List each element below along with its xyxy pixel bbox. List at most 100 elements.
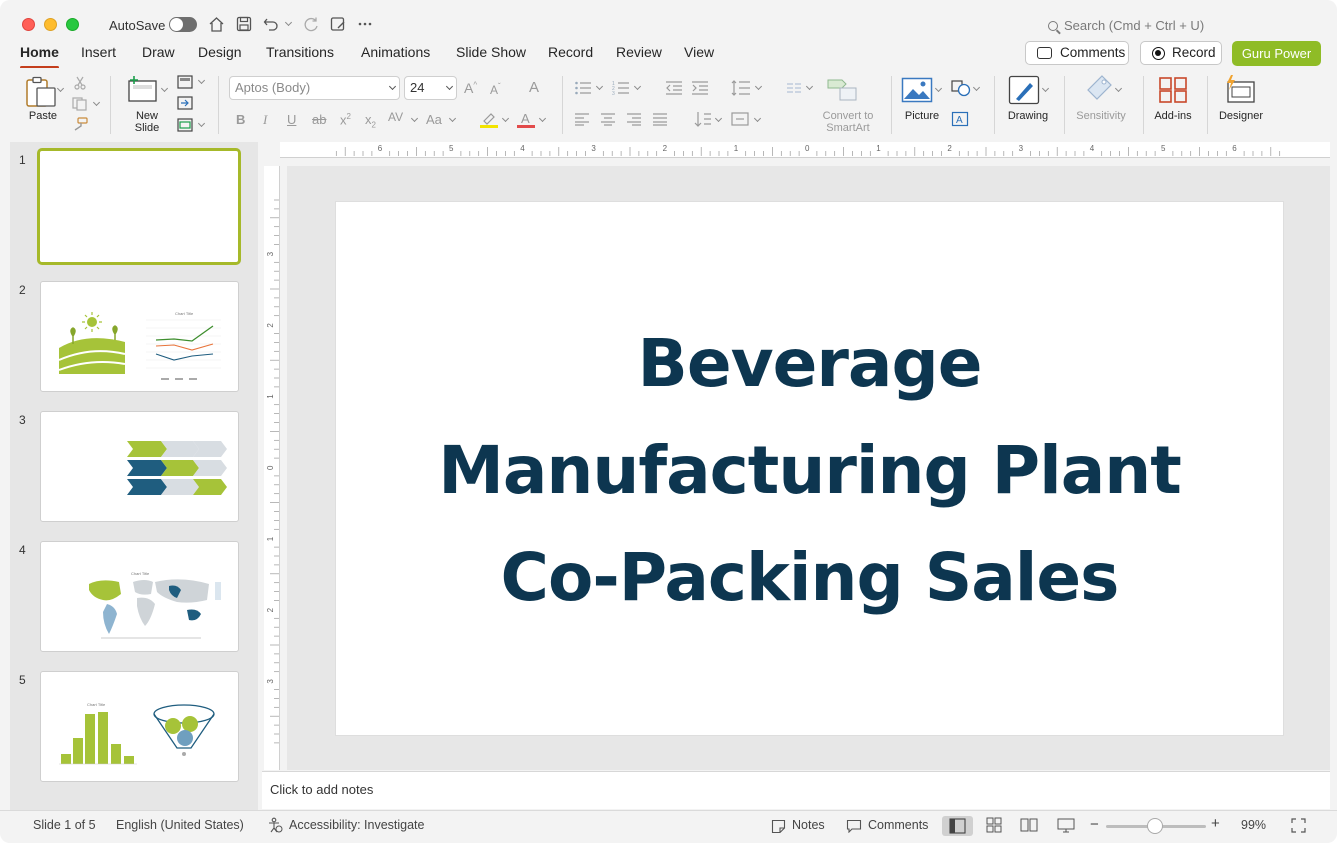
tab-slide-show[interactable]: Slide Show: [456, 44, 526, 60]
reading-view-icon[interactable]: [1020, 817, 1038, 833]
align-left-icon[interactable]: [574, 112, 590, 126]
zoom-in-icon[interactable]: +: [1211, 815, 1220, 832]
tab-draw[interactable]: Draw: [142, 44, 175, 60]
paste-icon[interactable]: [24, 76, 58, 108]
align-right-icon[interactable]: [626, 112, 642, 126]
layout-icon[interactable]: [177, 75, 193, 89]
decrease-indent-icon[interactable]: [665, 80, 683, 96]
slide-sorter-icon[interactable]: [986, 817, 1002, 833]
save-icon[interactable]: [236, 16, 252, 32]
guru-power-button[interactable]: Guru Power: [1232, 41, 1321, 66]
cut-icon[interactable]: [73, 76, 87, 90]
format-painter-icon[interactable]: [72, 117, 88, 131]
superscript-icon[interactable]: x2: [340, 112, 351, 127]
slide-thumbnail-3[interactable]: [40, 411, 239, 522]
shapes-icon[interactable]: [951, 79, 971, 97]
italic-icon[interactable]: I: [263, 112, 267, 128]
slide-number-1: 1: [19, 153, 26, 167]
drawing-icon[interactable]: [1008, 75, 1040, 105]
slide-count: Slide 1 of 5: [33, 818, 96, 832]
picture-icon[interactable]: [901, 77, 933, 103]
copy-icon[interactable]: [72, 97, 88, 111]
justify-icon[interactable]: [652, 112, 668, 126]
comments-button[interactable]: Comments: [1025, 41, 1129, 65]
underline-icon[interactable]: U: [287, 112, 296, 127]
font-name-value: Aptos (Body): [235, 80, 311, 95]
zoom-level[interactable]: 99%: [1241, 818, 1266, 832]
comments-icon[interactable]: [846, 819, 862, 833]
designer-icon[interactable]: [1224, 74, 1256, 104]
text-direction-icon[interactable]: [694, 111, 712, 127]
decrease-font-size-icon[interactable]: Aˇ: [490, 82, 501, 97]
convert-to-smartart-icon[interactable]: [826, 78, 858, 102]
ruler-label: 2: [266, 607, 275, 612]
slide-title[interactable]: Beverage Manufacturing Plant Co-Packing …: [336, 310, 1283, 631]
slide-title-line-3: Co-Packing Sales: [500, 539, 1120, 616]
increase-indent-icon[interactable]: [691, 80, 709, 96]
redo-icon[interactable]: [303, 16, 319, 32]
slide-show-icon[interactable]: [1057, 817, 1075, 833]
notes-pane[interactable]: Click to add notes: [262, 771, 1330, 809]
more-options-icon[interactable]: [357, 16, 373, 32]
slide-title-line-1: Beverage: [637, 325, 983, 402]
record-button[interactable]: Record: [1140, 41, 1222, 65]
notes-toggle[interactable]: Notes: [792, 818, 825, 832]
slide-thumbnail-5[interactable]: Chart Title: [40, 671, 239, 782]
new-slide-icon[interactable]: [127, 75, 159, 103]
minimize-window-button[interactable]: [44, 18, 57, 31]
thumbnail-2-graphic: Chart Title: [58, 311, 221, 380]
bullets-icon[interactable]: [574, 80, 592, 96]
tab-record[interactable]: Record: [548, 44, 593, 60]
font-name-select[interactable]: Aptos (Body): [229, 76, 400, 100]
clear-formatting-icon[interactable]: A: [529, 79, 539, 96]
sensitivity-icon[interactable]: [1084, 74, 1114, 104]
slide-thumbnail-2[interactable]: Chart Title: [40, 281, 239, 392]
zoom-slider-thumb[interactable]: [1147, 818, 1163, 834]
comments-toggle[interactable]: Comments: [868, 818, 928, 832]
highlight-icon[interactable]: [479, 111, 499, 129]
slide-thumbnail-4[interactable]: Chart Title: [40, 541, 239, 652]
undo-icon[interactable]: [263, 16, 279, 32]
search-box[interactable]: Search (Cmd + Ctrl + U): [1048, 18, 1204, 33]
change-case-icon[interactable]: Aa: [426, 112, 442, 127]
autosave-toggle[interactable]: [169, 17, 197, 32]
line-spacing-icon[interactable]: [731, 79, 751, 97]
reset-slide-icon[interactable]: [177, 96, 193, 110]
align-text-icon[interactable]: [731, 111, 749, 127]
tab-review[interactable]: Review: [616, 44, 662, 60]
slide-thumbnail-1[interactable]: [37, 148, 241, 265]
fit-to-window-icon[interactable]: [1291, 818, 1306, 833]
subscript-icon[interactable]: x2: [365, 112, 376, 130]
increase-font-size-icon[interactable]: A^: [464, 80, 477, 96]
numbering-icon[interactable]: 123: [612, 80, 630, 96]
maximize-window-button[interactable]: [66, 18, 79, 31]
strikethrough-icon[interactable]: ab: [312, 112, 326, 127]
normal-view-button[interactable]: [942, 816, 973, 836]
tab-animations[interactable]: Animations: [361, 44, 430, 60]
bold-icon[interactable]: B: [236, 112, 245, 127]
record-icon: [1152, 47, 1165, 60]
tab-transitions[interactable]: Transitions: [266, 44, 334, 60]
add-ins-icon[interactable]: [1158, 76, 1188, 104]
tab-design[interactable]: Design: [198, 44, 242, 60]
tab-home[interactable]: Home: [20, 44, 59, 69]
language[interactable]: English (United States): [116, 818, 244, 832]
current-slide[interactable]: Beverage Manufacturing Plant Co-Packing …: [336, 202, 1283, 735]
character-spacing-icon[interactable]: AV: [388, 110, 403, 124]
customize-quick-access-icon[interactable]: [330, 16, 346, 32]
close-window-button[interactable]: [22, 18, 35, 31]
section-icon[interactable]: [177, 118, 193, 132]
accessibility-icon[interactable]: [267, 817, 283, 833]
text-box-icon[interactable]: A: [951, 111, 969, 127]
undo-dropdown-icon[interactable]: [284, 18, 293, 27]
notes-icon[interactable]: [771, 819, 786, 834]
align-center-icon[interactable]: [600, 112, 616, 126]
font-size-select[interactable]: 24: [404, 76, 457, 100]
font-color-icon[interactable]: A: [516, 111, 536, 129]
accessibility-status[interactable]: Accessibility: Investigate: [289, 818, 424, 832]
tab-view[interactable]: View: [684, 44, 714, 60]
tab-insert[interactable]: Insert: [81, 44, 116, 60]
home-icon[interactable]: [208, 16, 225, 33]
zoom-out-icon[interactable]: −: [1090, 816, 1099, 833]
columns-icon[interactable]: [786, 82, 802, 94]
